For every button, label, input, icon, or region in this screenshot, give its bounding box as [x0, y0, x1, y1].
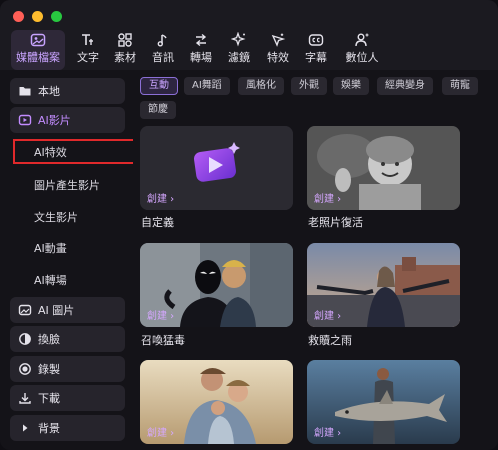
toolbar-digital-human[interactable]: 數位人 — [340, 30, 384, 70]
highlight-box — [13, 139, 138, 164]
toolbar-label: 文字 — [77, 51, 99, 64]
card-title: 老照片復活 — [308, 216, 363, 229]
captions-icon — [298, 30, 334, 50]
toolbar-elements[interactable]: 素材 — [107, 30, 143, 70]
toolbar-label: 字幕 — [305, 51, 327, 64]
toolbar-effects[interactable]: 特效 — [260, 30, 296, 70]
filter-chip-appearance[interactable]: 外觀 — [291, 77, 327, 95]
create-link[interactable]: 創建 › — [314, 190, 341, 205]
sidebar-item-local[interactable]: 本地 — [10, 78, 125, 104]
effect-card-old-photo[interactable]: 創建 › — [307, 126, 460, 210]
effect-card-redemption-rain[interactable]: 創建 › — [307, 243, 460, 327]
toolbar-captions[interactable]: 字幕 — [298, 30, 334, 70]
filter-icon — [221, 30, 257, 50]
audio-icon — [145, 30, 181, 50]
toolbar-media[interactable]: 媒體檔案 — [11, 30, 65, 70]
sidebar-item-record[interactable]: 錄製 — [10, 356, 125, 382]
card-title: 自定義 — [141, 216, 174, 229]
close-window-button[interactable] — [13, 11, 24, 22]
caret-right-icon — [18, 421, 32, 435]
sidebar-item-label: AI 圖片 — [38, 304, 75, 317]
sidebar-sub-ai-transition[interactable]: AI轉場 — [34, 272, 67, 288]
effects-icon — [260, 30, 296, 50]
filter-chip-stylize[interactable]: 風格化 — [238, 77, 284, 95]
toolbar-filter[interactable]: 濾鏡 — [221, 30, 257, 70]
card-title: 救贖之雨 — [308, 334, 352, 347]
top-toolbar: 媒體檔案 文字 素材 音訊 轉場 濾鏡 特效 字幕 數位人 — [0, 30, 498, 70]
face-swap-icon — [18, 332, 32, 346]
toolbar-label: 媒體檔案 — [16, 51, 60, 64]
sidebar-sub-image-to-video[interactable]: 圖片產生影片 — [34, 177, 100, 193]
sidebar-item-label: 換臉 — [38, 333, 60, 346]
effect-card-venom[interactable]: 創建 › — [140, 243, 293, 327]
create-link[interactable]: 創建 › — [314, 307, 341, 322]
content-panel: 互動 AI舞蹈 風格化 外觀 娛樂 經典變身 萌寵 節慶 創建 › 自定義 創建… — [133, 70, 498, 450]
effect-card-shark[interactable]: 創建 › — [307, 360, 460, 444]
app-window: 媒體檔案 文字 素材 音訊 轉場 濾鏡 特效 字幕 數位人 本地 AI影片 AI… — [0, 0, 498, 450]
sidebar-item-download[interactable]: 下載 — [10, 385, 125, 411]
elements-icon — [107, 30, 143, 50]
folder-icon — [18, 84, 32, 98]
record-icon — [18, 362, 32, 376]
ai-video-icon — [18, 113, 32, 127]
sidebar-item-face-swap[interactable]: 換臉 — [10, 326, 125, 352]
sidebar-item-label: 錄製 — [38, 363, 60, 376]
toolbar-label: 濾鏡 — [228, 51, 250, 64]
sidebar-item-label: 背景 — [38, 422, 60, 435]
toolbar-label: 轉場 — [190, 51, 212, 64]
sidebar-item-label: 下載 — [38, 392, 60, 405]
filter-chip-festival[interactable]: 節慶 — [140, 101, 176, 119]
minimize-window-button[interactable] — [32, 11, 43, 22]
toolbar-label: 素材 — [114, 51, 136, 64]
zoom-window-button[interactable] — [51, 11, 62, 22]
sidebar-item-ai-video[interactable]: AI影片 — [10, 107, 125, 133]
create-link[interactable]: 創建 › — [314, 424, 341, 439]
toolbar-label: 特效 — [267, 51, 289, 64]
effect-card-custom[interactable]: 創建 › — [140, 126, 293, 210]
effect-card-family[interactable]: 創建 › — [140, 360, 293, 444]
digital-human-icon — [340, 30, 384, 50]
text-icon — [70, 30, 106, 50]
media-icon — [11, 30, 65, 50]
filter-chip-interaction[interactable]: 互動 — [140, 77, 178, 95]
filter-chip-classic-transform[interactable]: 經典變身 — [377, 77, 433, 95]
create-link[interactable]: 創建 › — [147, 307, 174, 322]
transition-icon — [183, 30, 219, 50]
sidebar-sub-ai-animation[interactable]: AI動畫 — [34, 240, 67, 256]
toolbar-audio[interactable]: 音訊 — [145, 30, 181, 70]
ai-image-icon — [18, 303, 32, 317]
toolbar-label: 數位人 — [345, 51, 379, 64]
sidebar-item-ai-image[interactable]: AI 圖片 — [10, 297, 125, 323]
toolbar-text[interactable]: 文字 — [70, 30, 106, 70]
sidebar-item-label: AI影片 — [38, 114, 71, 127]
toolbar-label: 音訊 — [152, 51, 174, 64]
title-bar — [0, 0, 498, 30]
sidebar: 本地 AI影片 AI特效 圖片產生影片 文生影片 AI動畫 AI轉場 AI 圖片… — [0, 70, 133, 450]
filter-chip-ai-dance[interactable]: AI舞蹈 — [184, 77, 230, 95]
sidebar-item-label: 本地 — [38, 85, 60, 98]
sidebar-item-background[interactable]: 背景 — [10, 415, 125, 441]
toolbar-transition[interactable]: 轉場 — [183, 30, 219, 70]
create-link[interactable]: 創建 › — [147, 190, 174, 205]
create-link[interactable]: 創建 › — [147, 424, 174, 439]
filter-chip-entertainment[interactable]: 娛樂 — [333, 77, 369, 95]
sidebar-sub-text-to-video[interactable]: 文生影片 — [34, 209, 78, 225]
download-icon — [18, 391, 32, 405]
filter-chip-pets[interactable]: 萌寵 — [442, 77, 478, 95]
card-title: 召喚猛毒 — [141, 334, 185, 347]
